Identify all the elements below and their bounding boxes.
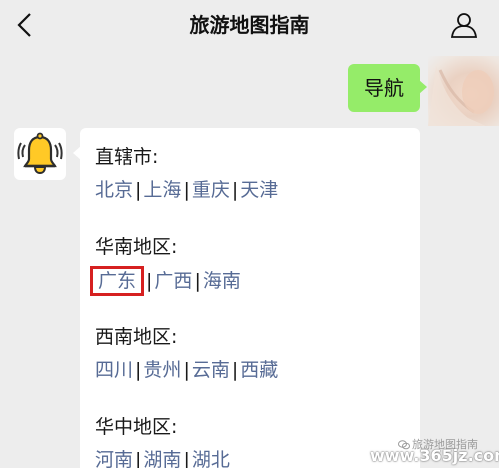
city-row: 河南 | 湖南 | 湖北 — [95, 446, 230, 468]
site-watermark: www.365jz.com — [370, 446, 499, 465]
bell-icon — [17, 132, 63, 175]
user-avatar[interactable] — [428, 56, 499, 126]
region-block: 华南地区: 广东 | 广西 | 海南 — [90, 234, 241, 296]
city-separator: | — [183, 359, 190, 381]
city-separator: | — [183, 179, 190, 201]
region-block: 直辖市: 北京 | 上海 | 重庆 | 天津 — [95, 144, 278, 204]
nav-bar: 旅游地图指南 — [0, 0, 499, 50]
avatar-photo — [428, 66, 494, 126]
sent-message-row: 导航 — [0, 56, 499, 132]
city-link[interactable]: 湖北 — [192, 449, 230, 468]
city-link[interactable]: 天津 — [240, 179, 278, 201]
city-link[interactable]: 湖南 — [143, 449, 181, 468]
city-link[interactable]: 北京 — [95, 179, 133, 201]
city-separator: | — [146, 270, 153, 292]
bot-avatar[interactable] — [14, 128, 66, 180]
region-block: 西南地区: 四川 | 贵州 | 云南 | 西藏 — [95, 324, 278, 384]
city-separator: | — [135, 359, 142, 381]
profile-icon[interactable] — [450, 11, 478, 39]
region-title: 西南地区: — [95, 326, 178, 348]
city-link[interactable]: 云南 — [192, 359, 230, 381]
city-link[interactable]: 四川 — [95, 359, 133, 381]
city-separator: | — [194, 270, 201, 292]
city-row: 广东 | 广西 | 海南 — [90, 266, 241, 296]
city-separator: | — [183, 449, 190, 468]
city-separator: | — [135, 449, 142, 468]
city-link[interactable]: 重庆 — [192, 179, 230, 201]
city-row: 北京 | 上海 | 重庆 | 天津 — [95, 176, 278, 204]
page-title: 旅游地图指南 — [189, 13, 310, 37]
region-block: 华中地区: 河南 | 湖南 | 湖北 — [95, 414, 230, 468]
received-message-bubble: 直辖市: 北京 | 上海 | 重庆 | 天津 华南地区: 广东 | 广西 | 海南 西南地区: 四川 | 贵州 | 云… — [80, 128, 420, 468]
region-title: 华南地区: — [95, 236, 178, 258]
city-separator: | — [135, 179, 142, 201]
city-separator: | — [231, 179, 239, 201]
sent-bubble-tail — [419, 80, 427, 94]
region-title: 直辖市: — [95, 146, 159, 168]
city-separator: | — [231, 359, 239, 381]
city-link[interactable]: 贵州 — [143, 359, 181, 381]
city-link[interactable]: 河南 — [95, 449, 133, 468]
city-link[interactable]: 上海 — [143, 179, 181, 201]
city-link[interactable]: 西藏 — [240, 359, 278, 381]
city-row: 四川 | 贵州 | 云南 | 西藏 — [95, 356, 278, 384]
region-title: 华中地区: — [95, 416, 178, 438]
city-link[interactable]: 广西 — [154, 270, 192, 292]
sent-message-bubble[interactable]: 导航 — [348, 64, 420, 112]
city-link[interactable]: 广东 — [90, 266, 145, 296]
city-link[interactable]: 海南 — [203, 270, 241, 292]
